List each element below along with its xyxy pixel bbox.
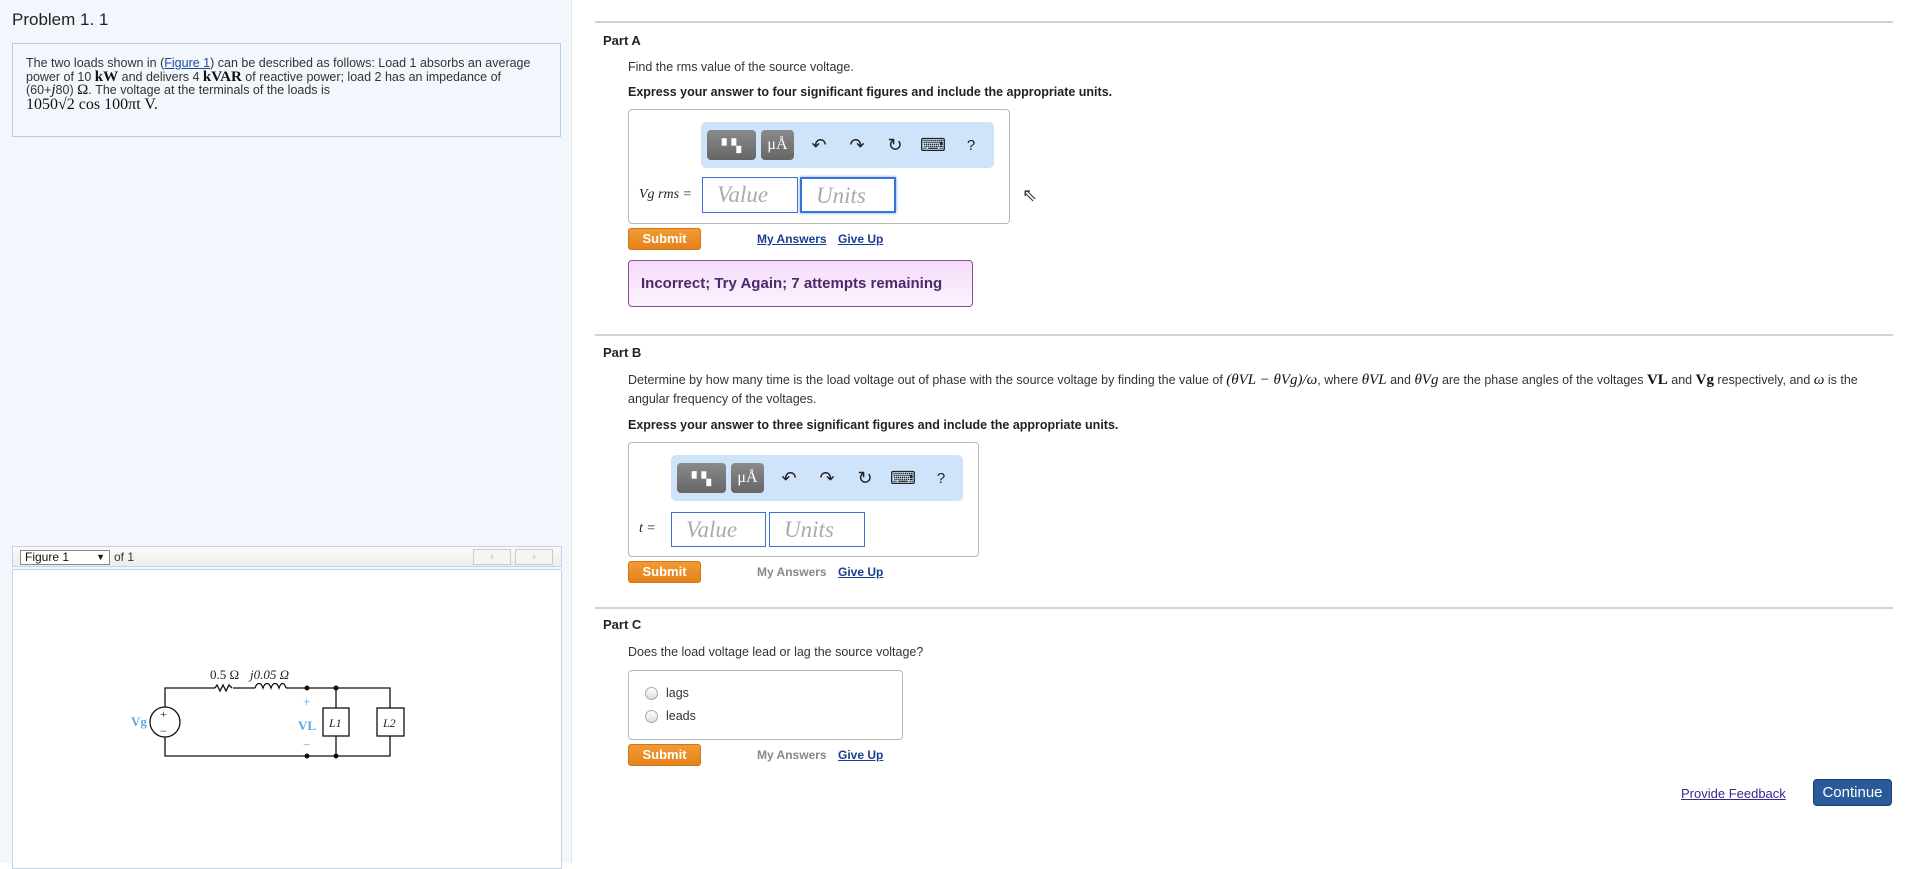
part-a-instruction: Express your answer to four significant …	[628, 85, 1113, 99]
redo-icon[interactable]: ↷	[808, 468, 846, 489]
math: Vg	[1695, 372, 1714, 388]
continue-button[interactable]: Continue	[1813, 779, 1892, 806]
part-a-divider	[595, 21, 1893, 23]
problem-panel: Problem 1. 1 The two loads shown in (Fig…	[0, 0, 572, 869]
text: respectively, and	[1713, 373, 1814, 387]
part-b-question: Determine by how many time is the load v…	[628, 371, 1896, 409]
text: are the phase angles of the voltages	[1438, 373, 1647, 387]
inductor-label: j0.05 Ω	[248, 667, 289, 682]
t-label: t =	[639, 521, 656, 536]
provide-feedback-link[interactable]: Provide Feedback	[1681, 786, 1786, 801]
resistor	[214, 683, 233, 693]
source-minus: −	[160, 724, 167, 738]
text: Determine by how many time is the load v…	[628, 373, 1227, 387]
give-up-link[interactable]: Give Up	[838, 232, 883, 246]
my-answers-link: My Answers	[757, 748, 827, 762]
vg-rms-label: Vg rms =	[639, 187, 693, 202]
load-1-label: L1	[328, 716, 342, 730]
source-plus: +	[160, 707, 167, 721]
inductor	[254, 682, 287, 691]
reset-icon[interactable]: ↻	[876, 135, 914, 156]
math-toolbar: ▘▚ μÅ ↶ ↷ ↻ ⌨ ?	[671, 455, 963, 501]
load-2-label: L2	[382, 716, 396, 730]
keyboard-icon[interactable]: ⌨	[914, 135, 952, 156]
submit-button[interactable]: Submit	[628, 561, 701, 583]
math-toolbar: ▘▚ μÅ ↶ ↷ ↻ ⌨ ?	[701, 122, 994, 168]
value-input[interactable]: Value	[671, 512, 766, 547]
undo-icon[interactable]: ↶	[770, 468, 808, 489]
part-c-label: Part C	[603, 617, 642, 632]
text: and	[1386, 373, 1415, 387]
units-input[interactable]: Units	[800, 177, 896, 213]
mouse-cursor-icon: ⇖	[1022, 185, 1038, 205]
units-input[interactable]: Units	[769, 512, 865, 547]
give-up-link[interactable]: Give Up	[838, 748, 883, 762]
wires	[164, 687, 391, 757]
incorrect-feedback: Incorrect; Try Again; 7 attempts remaini…	[628, 260, 973, 307]
help-icon[interactable]: ?	[922, 470, 960, 487]
part-a-question: Find the rms value of the source voltage…	[628, 60, 854, 74]
vg-label: Vg	[131, 714, 147, 729]
part-a-label: Part A	[603, 33, 641, 48]
redo-icon[interactable]: ↷	[838, 135, 876, 156]
vl-label: VL	[298, 718, 316, 733]
part-b-answer-box: ▘▚ μÅ ↶ ↷ ↻ ⌨ ? t = Value Units	[628, 442, 979, 557]
math: (θVL − θVg)/ω	[1226, 372, 1318, 388]
part-b-instruction: Express your answer to three significant…	[628, 418, 1119, 432]
math: ω	[1813, 372, 1825, 388]
units-button[interactable]: μÅ	[761, 130, 794, 160]
part-c-divider	[595, 607, 1893, 609]
radio-button[interactable]	[645, 687, 658, 701]
text: and	[1667, 373, 1696, 387]
resistor-label: 0.5 Ω	[210, 667, 239, 682]
templates-button[interactable]: ▘▚	[707, 130, 756, 160]
give-up-link[interactable]: Give Up	[838, 565, 883, 579]
part-c-question: Does the load voltage lead or lag the so…	[628, 645, 924, 659]
keyboard-icon[interactable]: ⌨	[884, 468, 922, 489]
part-b-label: Part B	[603, 345, 642, 360]
submit-button[interactable]: Submit	[628, 228, 701, 250]
text: , where	[1317, 373, 1362, 387]
vl-plus: +	[303, 694, 310, 709]
templates-button[interactable]: ▘▚	[677, 463, 726, 493]
radio-option-lags[interactable]: lags	[645, 686, 689, 701]
math: θVL	[1361, 372, 1387, 388]
reset-icon[interactable]: ↻	[846, 468, 884, 489]
vl-minus: −	[303, 737, 310, 752]
math: VL	[1646, 372, 1668, 388]
my-answers-link: My Answers	[757, 565, 827, 579]
undo-icon[interactable]: ↶	[800, 135, 838, 156]
part-a-answer-box: ▘▚ μÅ ↶ ↷ ↻ ⌨ ? Vg rms = Value Units	[628, 109, 1010, 224]
option-label: leads	[666, 709, 696, 723]
part-b-divider	[595, 334, 1893, 336]
help-icon[interactable]: ?	[952, 137, 990, 154]
option-label: lags	[666, 686, 689, 700]
radio-option-leads[interactable]: leads	[645, 709, 696, 724]
value-input[interactable]: Value	[702, 177, 798, 213]
math: θVg	[1414, 372, 1439, 388]
radio-button[interactable]	[645, 710, 658, 724]
submit-button[interactable]: Submit	[628, 744, 701, 766]
my-answers-link[interactable]: My Answers	[757, 232, 827, 246]
units-button[interactable]: μÅ	[731, 463, 764, 493]
circuit-diagram: 0.5 Ω j0.05 Ω + − L1 L2 Vg VL + −	[131, 667, 405, 759]
part-c-answer-box: lags leads	[628, 670, 903, 740]
